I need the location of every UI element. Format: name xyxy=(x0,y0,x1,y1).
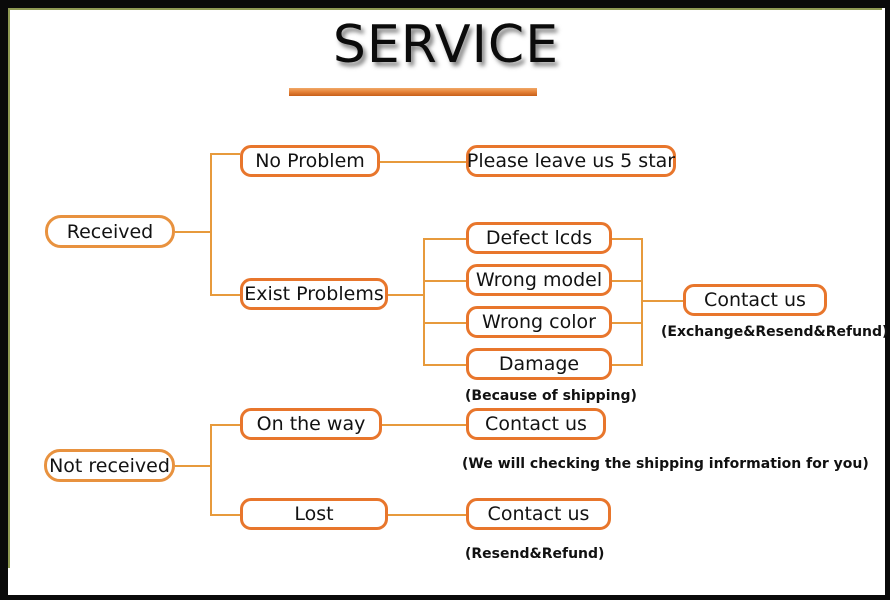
node-on-the-way-label: On the way xyxy=(256,413,366,435)
node-wrong-model[interactable]: Wrong model xyxy=(466,264,612,296)
node-damage[interactable]: Damage xyxy=(466,348,612,380)
title-underline xyxy=(289,88,541,101)
node-wrong-model-label: Wrong model xyxy=(475,269,603,291)
diagram-canvas: SERVICE Received No Problem Please leave… xyxy=(10,10,888,590)
connector-not-received-to-lost xyxy=(210,514,240,516)
connector-on-the-way-to-contact xyxy=(382,424,466,426)
node-lost-label: Lost xyxy=(294,503,334,525)
node-please-leave-5-star[interactable]: Please leave us 5 star xyxy=(466,145,676,177)
frame-border-bottom xyxy=(0,595,890,600)
connector-problems-bracket xyxy=(423,238,425,366)
connector-received-bracket xyxy=(210,153,212,295)
connector-defect-lcds-out xyxy=(612,238,642,240)
connector-merge-to-contact-us xyxy=(641,300,683,302)
caption-resend-refund: (Resend&Refund) xyxy=(465,546,605,562)
node-contact-us-on-the-way[interactable]: Contact us xyxy=(466,408,606,440)
node-received[interactable]: Received xyxy=(45,215,175,248)
connector-received-to-no-problem xyxy=(210,153,240,155)
connector-damage-out xyxy=(612,364,642,366)
page-title: SERVICE xyxy=(10,18,882,73)
node-contact-us-on-the-way-label: Contact us xyxy=(485,413,587,435)
caption-because-of-shipping: (Because of shipping) xyxy=(465,388,637,404)
node-no-problem[interactable]: No Problem xyxy=(240,145,380,177)
connector-exist-problems-stem xyxy=(388,294,424,296)
frame-border-left xyxy=(0,0,8,600)
connector-to-defect-lcds xyxy=(423,238,466,240)
connector-wrong-model-out xyxy=(612,280,642,282)
node-please-leave-5-star-label: Please leave us 5 star xyxy=(466,150,676,172)
connector-to-damage xyxy=(423,364,466,366)
connector-wrong-color-out xyxy=(612,322,642,324)
node-wrong-color[interactable]: Wrong color xyxy=(466,306,612,338)
node-defect-lcds[interactable]: Defect lcds xyxy=(466,222,612,254)
caption-checking-shipping-info: (We will checking the shipping informati… xyxy=(462,456,869,472)
node-not-received[interactable]: Not received xyxy=(44,449,175,482)
node-contact-us-problems-label: Contact us xyxy=(704,289,806,311)
node-damage-label: Damage xyxy=(498,353,580,375)
connector-no-problem-to-review xyxy=(380,161,466,163)
frame-border-top xyxy=(0,0,890,8)
connector-received-to-exist-problems xyxy=(210,294,240,296)
title-underline-bar xyxy=(289,88,537,96)
page-title-text: SERVICE xyxy=(332,15,560,75)
connector-to-wrong-color xyxy=(423,322,466,324)
node-defect-lcds-label: Defect lcds xyxy=(485,227,593,249)
connector-lost-to-contact xyxy=(388,514,466,516)
node-exist-problems[interactable]: Exist Problems xyxy=(240,278,388,310)
node-contact-us-problems[interactable]: Contact us xyxy=(683,284,827,316)
node-lost[interactable]: Lost xyxy=(240,498,388,530)
node-contact-us-lost-label: Contact us xyxy=(487,503,590,525)
node-not-received-label: Not received xyxy=(49,454,170,477)
frame-border-right xyxy=(885,0,890,600)
node-exist-problems-label: Exist Problems xyxy=(244,283,384,305)
connector-problems-merge-bracket xyxy=(641,238,643,366)
connector-not-received-to-on-the-way xyxy=(210,424,240,426)
connector-not-received-stem xyxy=(175,465,211,467)
caption-exchange-resend-refund: (Exchange&Resend&Refund) xyxy=(661,324,889,340)
node-received-label: Received xyxy=(66,220,154,243)
node-on-the-way[interactable]: On the way xyxy=(240,408,382,440)
node-wrong-color-label: Wrong color xyxy=(482,311,596,333)
node-contact-us-lost[interactable]: Contact us xyxy=(466,498,611,530)
connector-received-stem xyxy=(175,231,211,233)
connector-not-received-bracket xyxy=(210,424,212,516)
node-no-problem-label: No Problem xyxy=(255,150,365,172)
connector-to-wrong-model xyxy=(423,280,466,282)
diagram-frame: SERVICE Received No Problem Please leave… xyxy=(0,0,890,600)
